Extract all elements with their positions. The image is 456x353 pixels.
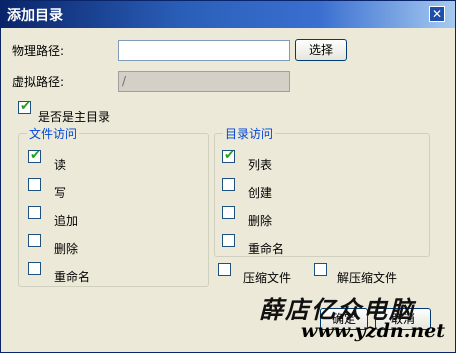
file-write-checkbox[interactable] <box>28 178 41 191</box>
file-read-label: 读 <box>54 158 67 172</box>
main-dir-label: 是否是主目录 <box>38 110 111 124</box>
file-access-group: 文件访问 <box>18 125 209 287</box>
file-write-label: 写 <box>54 186 67 200</box>
dir-list-label: 列表 <box>248 158 273 172</box>
file-rename-checkbox[interactable] <box>28 262 41 275</box>
watermark-url: www.yzdn.net <box>301 320 445 342</box>
file-delete-checkbox[interactable] <box>28 234 41 247</box>
file-append-label: 追加 <box>54 214 79 228</box>
decompress-checkbox[interactable] <box>314 263 327 276</box>
compress-checkbox[interactable] <box>218 263 231 276</box>
dir-delete-checkbox[interactable] <box>222 206 235 219</box>
physical-path-input[interactable] <box>118 40 290 61</box>
physical-path-label: 物理路径: <box>12 44 65 58</box>
close-button[interactable]: ✕ <box>429 6 445 22</box>
file-rename-label: 重命名 <box>54 270 91 284</box>
checkmark-icon: ✔ <box>30 148 41 163</box>
dialog-title: 添加目录 <box>7 8 63 24</box>
browse-button[interactable]: 选择 <box>295 39 347 61</box>
dir-rename-checkbox[interactable] <box>222 234 235 247</box>
main-dir-checkbox[interactable]: ✔ <box>18 99 31 114</box>
decompress-label: 解压缩文件 <box>337 271 398 285</box>
file-access-legend: 文件访问 <box>27 125 80 142</box>
file-append-checkbox[interactable] <box>28 206 41 219</box>
checkmark-icon: ✔ <box>20 99 31 114</box>
file-read-checkbox[interactable]: ✔ <box>28 148 41 163</box>
dir-create-label: 创建 <box>248 186 273 200</box>
add-directory-dialog: 添加目录 ✕ 物理路径: 选择 虚拟路径: / ✔ 是否是主目录 文件访问 目录… <box>0 0 456 353</box>
dir-rename-label: 重命名 <box>248 242 285 256</box>
virtual-path-label: 虚拟路径: <box>12 75 65 89</box>
checkmark-icon: ✔ <box>224 148 235 163</box>
close-icon: ✕ <box>431 7 443 21</box>
file-delete-label: 删除 <box>54 242 79 256</box>
compress-label: 压缩文件 <box>243 271 292 285</box>
dir-delete-label: 删除 <box>248 214 273 228</box>
title-bar[interactable]: 添加目录 ✕ <box>1 1 455 28</box>
virtual-path-input: / <box>118 71 290 92</box>
dir-access-legend: 目录访问 <box>223 125 276 142</box>
dir-access-group: 目录访问 <box>214 125 430 257</box>
dir-create-checkbox[interactable] <box>222 178 235 191</box>
dir-list-checkbox[interactable]: ✔ <box>222 148 235 163</box>
